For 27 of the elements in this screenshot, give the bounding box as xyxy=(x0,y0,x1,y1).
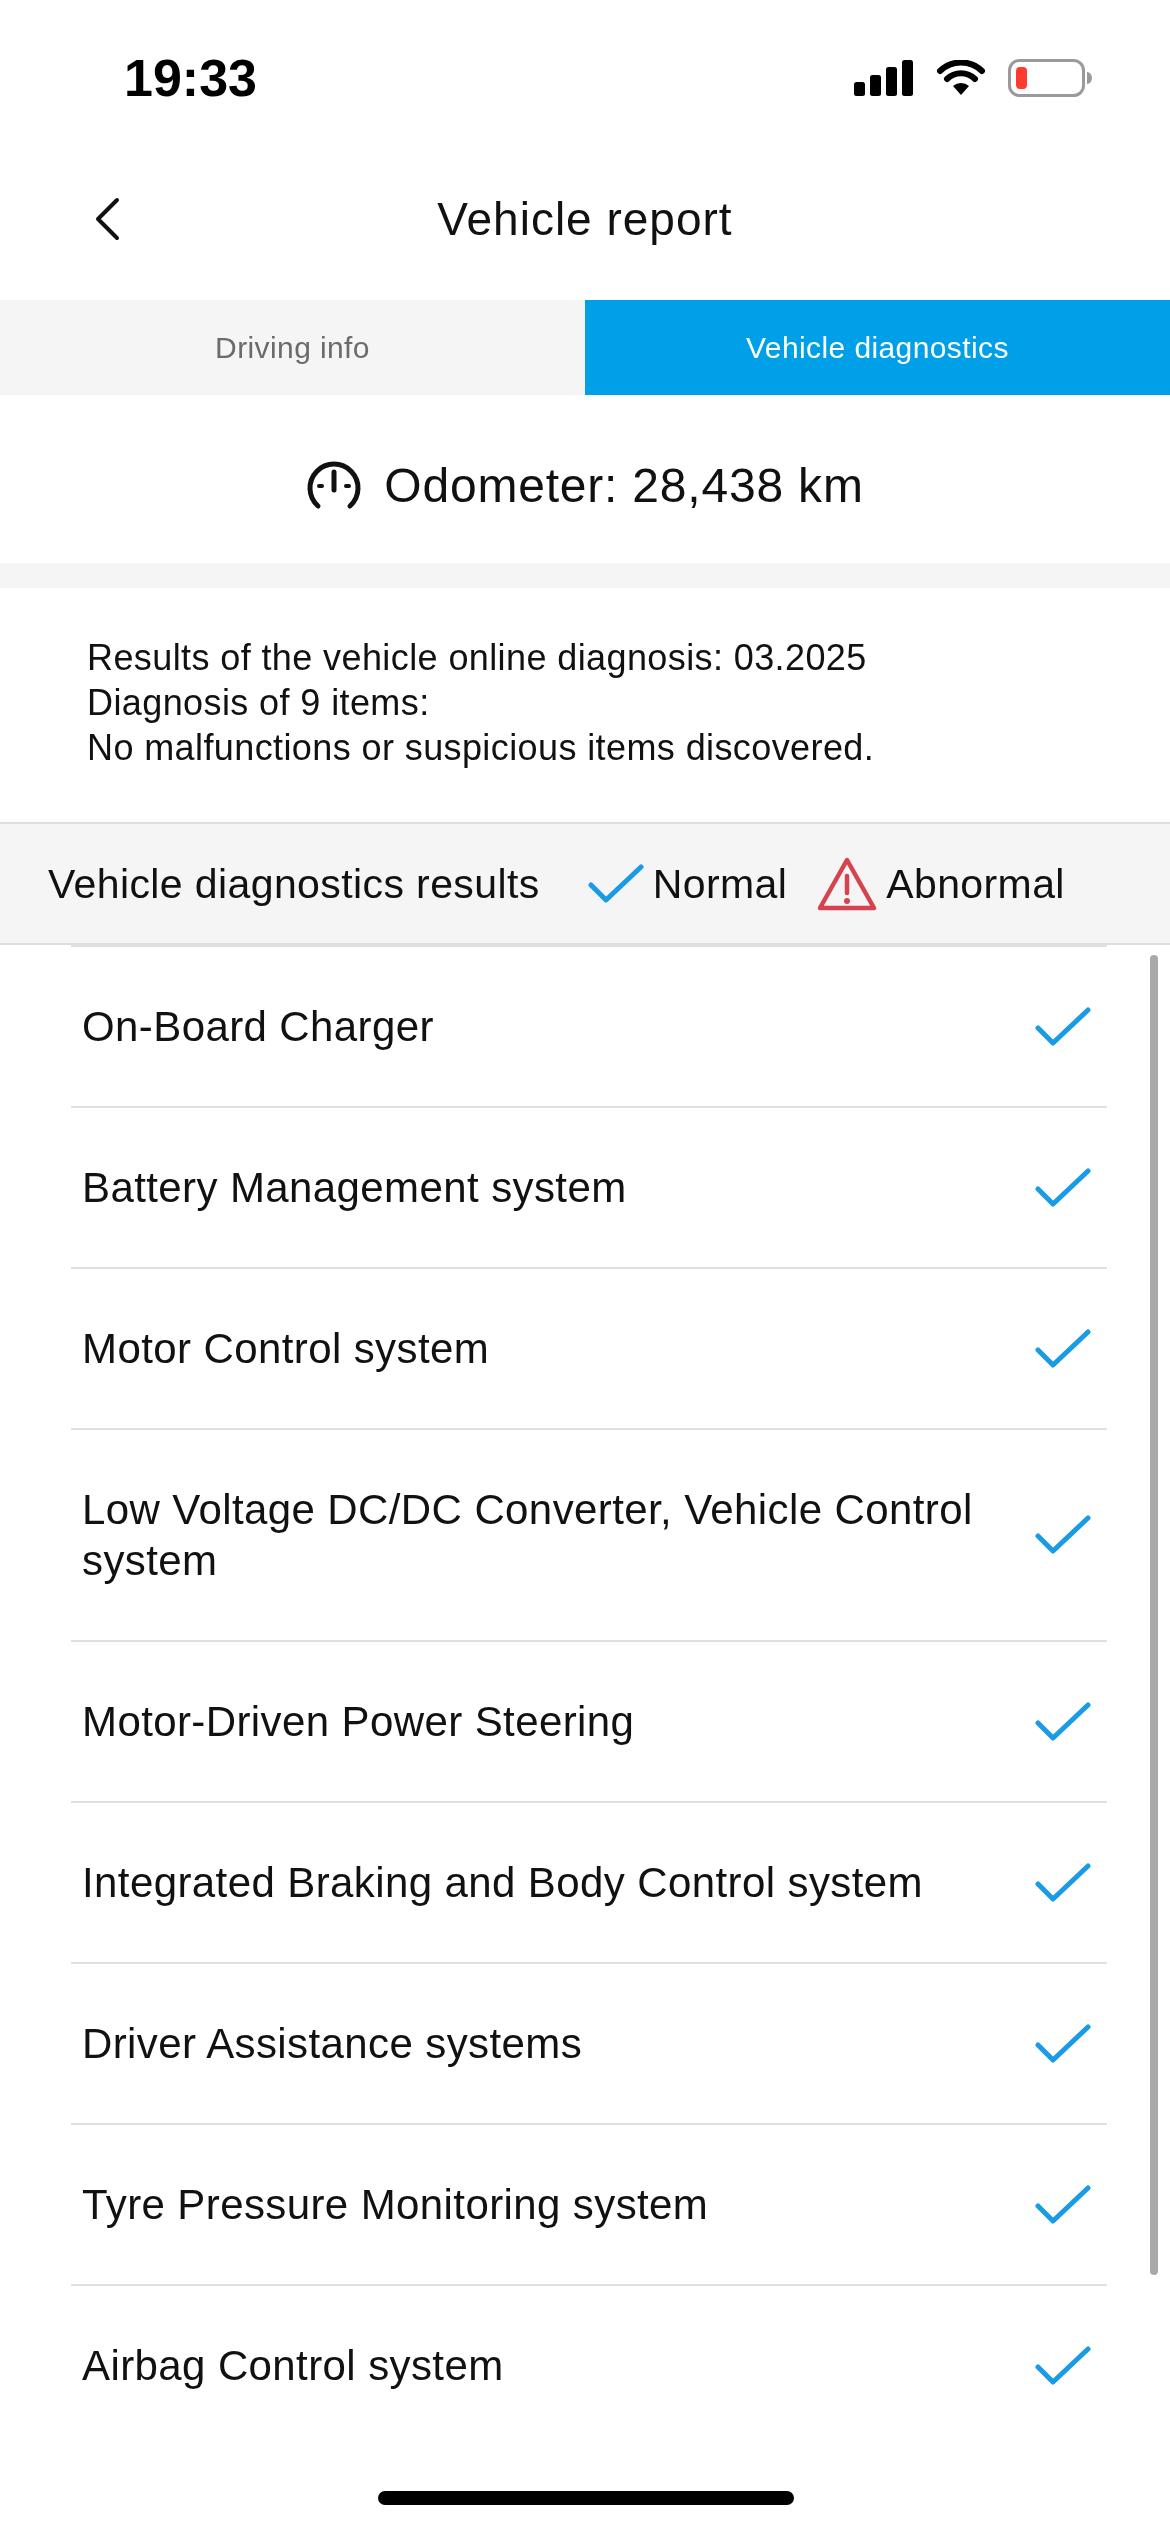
odometer-reading: Odometer: 28,438 km xyxy=(384,459,864,513)
tab[interactable]: Driving info xyxy=(0,300,585,395)
speedometer-icon xyxy=(306,460,363,510)
legend-title: Vehicle diagnostics results xyxy=(48,859,540,908)
diagnostic-item: On-Board Charger xyxy=(82,1002,434,1052)
tab[interactable]: Vehicle diagnostics xyxy=(585,300,1170,395)
legend-label: Normal xyxy=(652,859,788,908)
signal-icon xyxy=(854,59,914,96)
chevron-left-icon xyxy=(94,196,120,241)
diagnostic-item: Motor-Driven Power Steering xyxy=(82,1697,635,1747)
summary-text: Results of the vehicle online diagnosis: 03.2025 xyxy=(87,636,867,680)
warning-icon xyxy=(817,856,878,911)
diagnostic-item: Airbag Control system xyxy=(82,2341,504,2391)
legend-label: Abnormal xyxy=(886,859,1065,908)
diagnostic-item: Driver Assistance systems xyxy=(82,2019,583,2069)
diagnostic-item: Integrated Braking and Body Control system xyxy=(82,1858,923,1908)
diagnostic-item: Tyre Pressure Monitoring system xyxy=(82,2180,709,2230)
diagnostic-item: Low Voltage DC/DC Converter, Vehicle Control system xyxy=(82,1485,974,1586)
diagnostic-item: Battery Management system xyxy=(82,1163,627,1213)
summary-text: No malfunctions or suspicious items discovered. xyxy=(87,726,875,770)
diagnostic-item: Motor Control system xyxy=(82,1324,490,1374)
status-time: 19:33 xyxy=(124,47,257,108)
wifi-icon xyxy=(936,59,986,96)
check-icon xyxy=(587,863,644,904)
summary-text: Diagnosis of 9 items: xyxy=(87,681,430,725)
screen-title: Vehicle report xyxy=(437,191,733,246)
battery-icon xyxy=(1008,58,1092,97)
